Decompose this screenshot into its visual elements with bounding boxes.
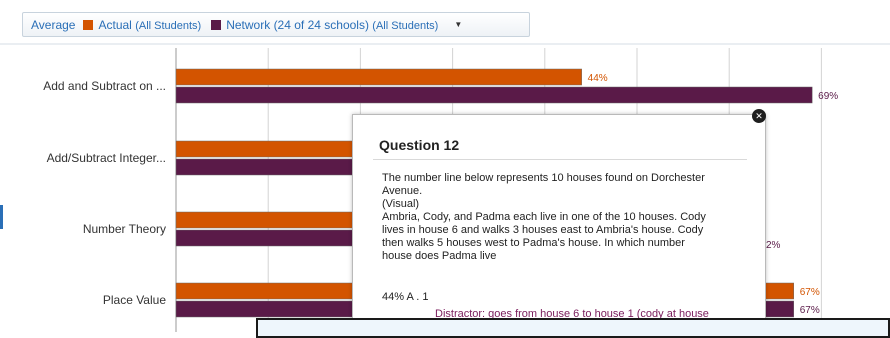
- answer-option: 44% A . 1: [382, 291, 429, 303]
- tooltip-question-text: The number line below represents 10 hous…: [382, 172, 747, 263]
- data-label: 2%: [766, 240, 781, 251]
- question-line: (Visual): [382, 198, 420, 210]
- overlay-panel: [256, 318, 890, 338]
- category-label: Place Value: [103, 293, 166, 307]
- question-line: then walks 5 houses west to Padma's hous…: [382, 237, 685, 249]
- question-tooltip: Question 12 The number line below repres…: [352, 114, 766, 332]
- question-line: The number line below represents 10 hous…: [382, 172, 705, 184]
- data-label: 69%: [818, 91, 838, 102]
- question-line: house does Padma live: [382, 250, 497, 262]
- tooltip-divider: [373, 159, 747, 160]
- category-label: Add and Subtract on ...: [43, 79, 166, 93]
- question-line: lives in house 6 and walks 3 houses east…: [382, 224, 704, 236]
- bar: [175, 68, 582, 86]
- category-label: Add/Subtract Integer...: [47, 151, 166, 165]
- close-icon[interactable]: ✕: [752, 109, 766, 123]
- data-label: 67%: [800, 305, 820, 316]
- category-label: Number Theory: [83, 222, 166, 236]
- tooltip-title: Question 12: [379, 137, 460, 153]
- bar: [175, 86, 813, 104]
- question-line: Ambria, Cody, and Padma each live in one…: [382, 211, 706, 223]
- data-label: 67%: [800, 287, 820, 298]
- question-line: Avenue.: [382, 185, 423, 197]
- data-label: 44%: [588, 73, 608, 84]
